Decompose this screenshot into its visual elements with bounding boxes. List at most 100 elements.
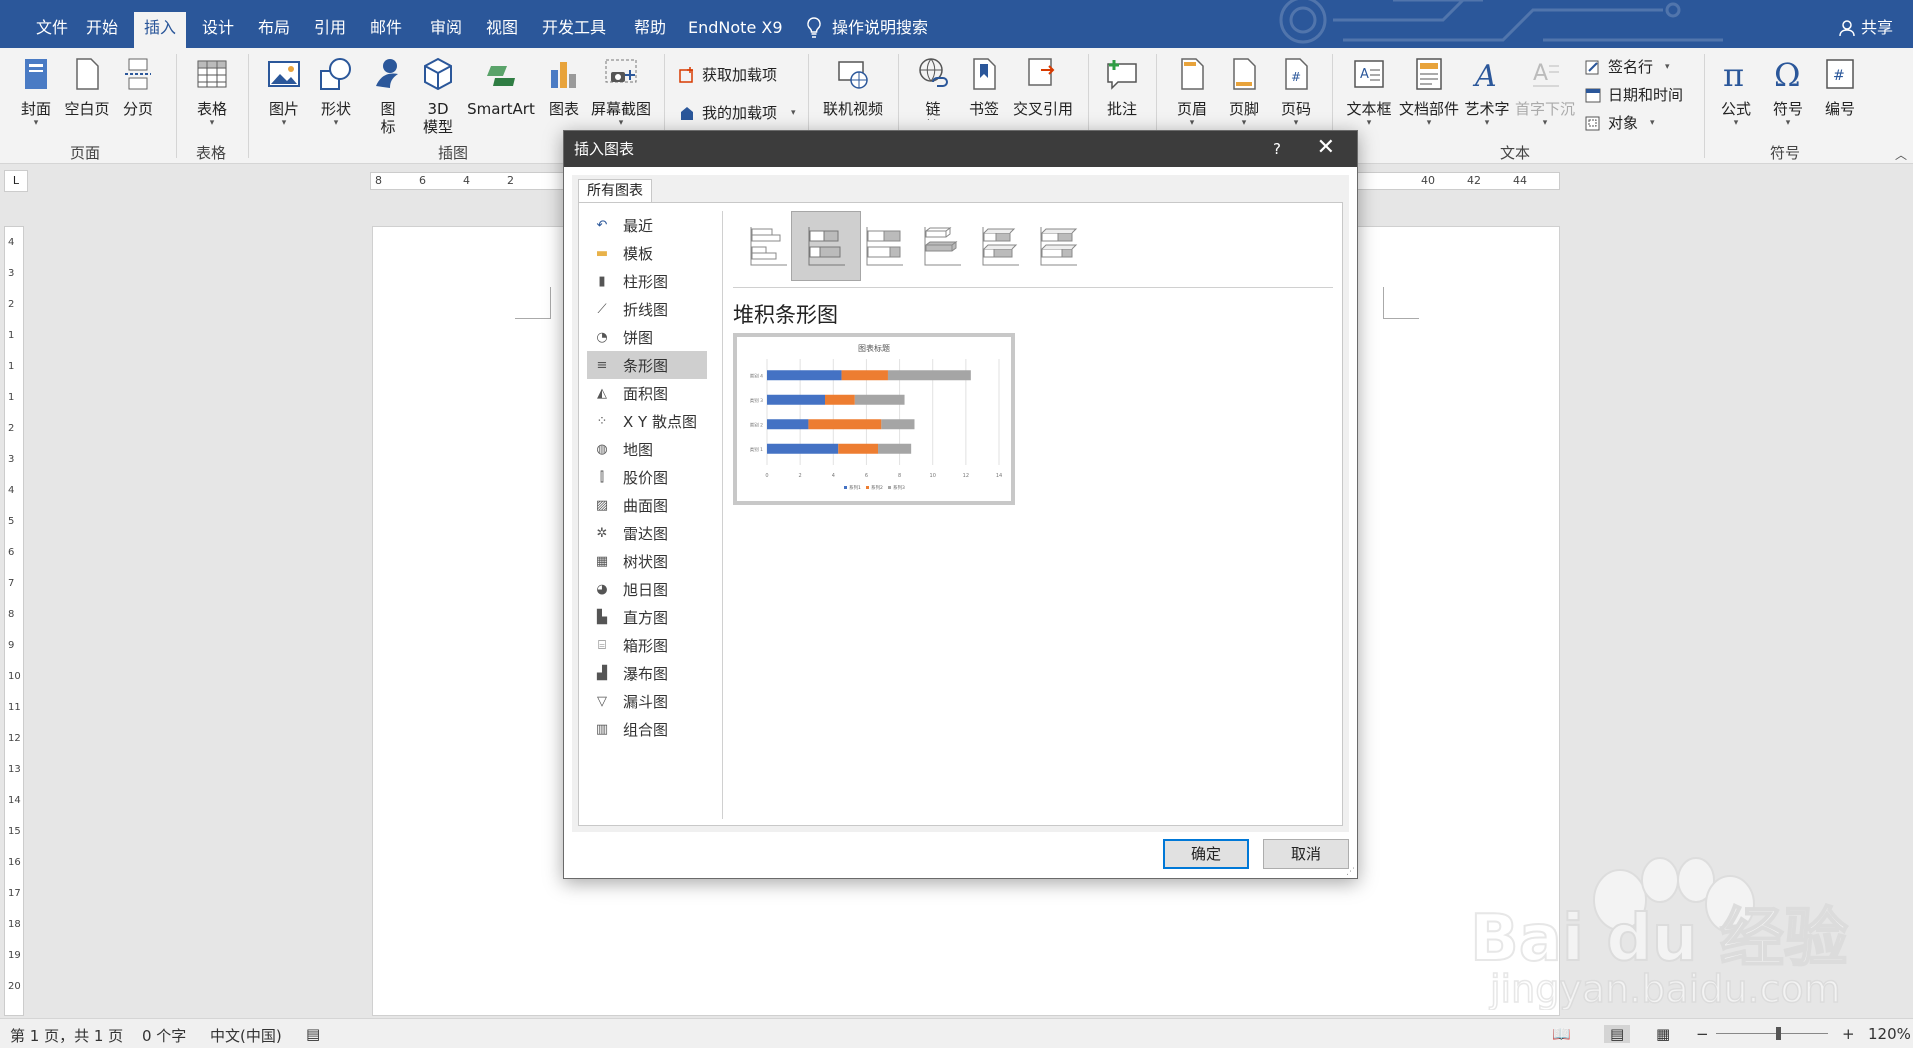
read-mode-icon[interactable]: 📖 bbox=[1552, 1025, 1571, 1043]
equation-button[interactable]: π 公式 ▾ bbox=[1714, 56, 1758, 128]
category-label: 类别 4 bbox=[750, 372, 763, 379]
get-addins-button[interactable]: 获取加载项 bbox=[678, 64, 777, 85]
baidu-jingyan-watermark: Bai du 经验 jingyan.baidu.com bbox=[1469, 857, 1849, 1010]
tab-1[interactable]: 开始 bbox=[76, 12, 128, 48]
number-button[interactable]: # 编号 bbox=[1818, 56, 1862, 118]
tab-selector[interactable]: L bbox=[4, 170, 28, 192]
zoom-in-icon[interactable]: + bbox=[1842, 1025, 1855, 1043]
chart-category-16[interactable]: ▟ 瀑布图 bbox=[587, 659, 707, 687]
word-count[interactable]: 0 个字 bbox=[142, 1025, 186, 1046]
chart-category-14[interactable]: ▙ 直方图 bbox=[587, 603, 707, 631]
tab-6[interactable]: 邮件 bbox=[360, 12, 412, 48]
chart-category-5[interactable]: ≡ 条形图 bbox=[587, 351, 707, 379]
chart-preview[interactable]: 图表标题 0 2 4 6 8 10 12 14 类别 1 类别 2 类别 3 类别 4 系列1 系列2 系列3 bbox=[733, 333, 1015, 505]
chart-category-4[interactable]: ◔ 饼图 bbox=[587, 323, 707, 351]
chart-category-7[interactable]: ⁘ X Y 散点图 bbox=[587, 407, 707, 435]
vertical-ruler[interactable]: 4 3 2 1 1 1 2 3 4 5 6 7 8 9 10 11 12 13 14 15 16 17 18 19 20 bbox=[4, 226, 24, 1016]
chart-category-label: 柱形图 bbox=[623, 272, 669, 291]
chart-category-9[interactable]: ⫿ 股价图 bbox=[587, 463, 707, 491]
header-button[interactable]: 页眉 ▾ bbox=[1170, 56, 1214, 128]
zoom-slider[interactable] bbox=[1716, 1033, 1828, 1034]
ruler-number: 5 bbox=[8, 516, 15, 527]
chart-category-2[interactable]: ▮ 柱形图 bbox=[587, 267, 707, 295]
chart-category-label: 股价图 bbox=[623, 468, 669, 487]
chart-category-13[interactable]: ◕ 旭日图 bbox=[587, 575, 707, 603]
signature-line-button[interactable]: 签名行 ▾ bbox=[1584, 56, 1670, 77]
chart-category-15[interactable]: ⌸ 箱形图 bbox=[587, 631, 707, 659]
chart-category-8[interactable]: ◍ 地图 bbox=[587, 435, 707, 463]
help-button[interactable]: ? bbox=[1273, 131, 1281, 167]
tab-4[interactable]: 布局 bbox=[248, 12, 300, 48]
tab-3[interactable]: 设计 bbox=[192, 12, 244, 48]
chart-category-0[interactable]: ↶ 最近 bbox=[587, 211, 707, 239]
chart-category-1[interactable]: ▬ 模板 bbox=[587, 239, 707, 267]
3d-model-button[interactable]: 3D 模型 bbox=[416, 56, 460, 136]
footer-button[interactable]: 页脚 ▾ bbox=[1222, 56, 1266, 128]
tab-0[interactable]: 文件 bbox=[26, 12, 78, 48]
tab-8[interactable]: 视图 bbox=[476, 12, 528, 48]
chart-category-6[interactable]: ◭ 面积图 bbox=[587, 379, 707, 407]
chart-category-11[interactable]: ✲ 雷达图 bbox=[587, 519, 707, 547]
chart-category-12[interactable]: ▦ 树状图 bbox=[587, 547, 707, 575]
cover-page-button[interactable]: 封面 ▾ bbox=[16, 56, 56, 128]
chart-button[interactable]: 图表 bbox=[542, 56, 586, 118]
page-number-button[interactable]: # 页码 ▾ bbox=[1274, 56, 1318, 128]
wordart-button[interactable]: A 艺术字 ▾ bbox=[1462, 56, 1512, 128]
link-button[interactable]: 链接 bbox=[910, 56, 956, 120]
online-video-button[interactable]: 联机视频 bbox=[820, 56, 886, 118]
chart-category-3[interactable]: ⟋ 折线图 bbox=[587, 295, 707, 323]
chart-category-label: 旭日图 bbox=[623, 580, 669, 599]
tab-all-charts[interactable]: 所有图表 bbox=[578, 179, 652, 203]
page-break-button[interactable]: 分页 bbox=[118, 56, 158, 118]
object-button[interactable]: 对象 ▾ bbox=[1584, 112, 1655, 133]
symbol-label: 符号 bbox=[1772, 100, 1803, 118]
zoom-level[interactable]: 120% bbox=[1868, 1025, 1911, 1043]
print-layout-icon[interactable]: ▤ bbox=[1604, 1025, 1631, 1043]
resize-grip-icon[interactable]: ⋰ bbox=[1346, 867, 1355, 877]
chart-category-17[interactable]: ▽ 漏斗图 bbox=[587, 687, 707, 715]
my-addins-button[interactable]: 我的加载项 ▾ bbox=[678, 102, 796, 123]
symbol-button[interactable]: Ω 符号 ▾ bbox=[1766, 56, 1810, 128]
tab-5[interactable]: 引用 bbox=[304, 12, 356, 48]
cross-reference-button[interactable]: 交叉引用 bbox=[1008, 56, 1078, 118]
blank-page-button[interactable]: 空白页 bbox=[62, 56, 112, 118]
shapes-button[interactable]: 形状 ▾ bbox=[314, 56, 358, 128]
legend-swatch bbox=[844, 486, 847, 489]
tab-7[interactable]: 审阅 bbox=[420, 12, 472, 48]
page-count[interactable]: 第 1 页，共 1 页 bbox=[10, 1025, 123, 1046]
macro-record-icon[interactable]: ▤ bbox=[306, 1025, 320, 1043]
close-icon[interactable]: ✕ bbox=[1317, 131, 1335, 165]
zoom-slider-thumb[interactable] bbox=[1776, 1027, 1781, 1040]
date-time-button[interactable]: 日期和时间 bbox=[1584, 84, 1683, 105]
drop-cap-button[interactable]: A 首字下沉 ▾ bbox=[1512, 56, 1578, 128]
table-button[interactable]: 表格 ▾ bbox=[190, 56, 234, 128]
screenshot-button[interactable]: 屏幕截图 ▾ bbox=[588, 56, 654, 128]
web-layout-icon[interactable]: ▦ bbox=[1656, 1025, 1670, 1043]
chart-category-18[interactable]: ▥ 组合图 bbox=[587, 715, 707, 743]
ok-button[interactable]: 确定 bbox=[1163, 839, 1249, 869]
bookmark-button[interactable]: 书签 bbox=[962, 56, 1006, 118]
tell-me-search[interactable]: 操作说明搜索 bbox=[806, 12, 928, 44]
person-icon bbox=[1839, 20, 1855, 36]
textbox-button[interactable]: A 文本框 ▾ bbox=[1344, 56, 1394, 128]
svg-text:Ω: Ω bbox=[1774, 56, 1801, 92]
number-icon: # bbox=[1826, 59, 1854, 89]
comment-button[interactable]: 批注 bbox=[1100, 56, 1144, 118]
dialog-title-bar[interactable]: 插入图表 bbox=[564, 131, 1357, 167]
zoom-out-icon[interactable]: − bbox=[1696, 1025, 1709, 1043]
icons-button[interactable]: 图标 bbox=[366, 56, 410, 136]
share-button[interactable]: 共享 bbox=[1839, 12, 1893, 44]
tab-9[interactable]: 开发工具 bbox=[532, 12, 616, 48]
tab-2[interactable]: 插入 bbox=[134, 12, 187, 48]
picture-button[interactable]: 图片 ▾ bbox=[262, 56, 306, 128]
subtype-3d-100-stacked-bar[interactable] bbox=[1023, 211, 1093, 281]
chart-category-10[interactable]: ▨ 曲面图 bbox=[587, 491, 707, 519]
tab-10[interactable]: 帮助 bbox=[624, 12, 676, 48]
cancel-button[interactable]: 取消 bbox=[1263, 839, 1349, 869]
quick-parts-button[interactable]: 文档部件 ▾ bbox=[1398, 56, 1460, 128]
legend-swatch bbox=[888, 486, 891, 489]
smartart-button[interactable]: SmartArt bbox=[466, 56, 536, 118]
language-indicator[interactable]: 中文(中国) bbox=[210, 1025, 282, 1046]
tab-11[interactable]: EndNote X9 bbox=[678, 12, 793, 48]
collapse-ribbon-icon[interactable]: ︿ bbox=[1895, 146, 1907, 163]
